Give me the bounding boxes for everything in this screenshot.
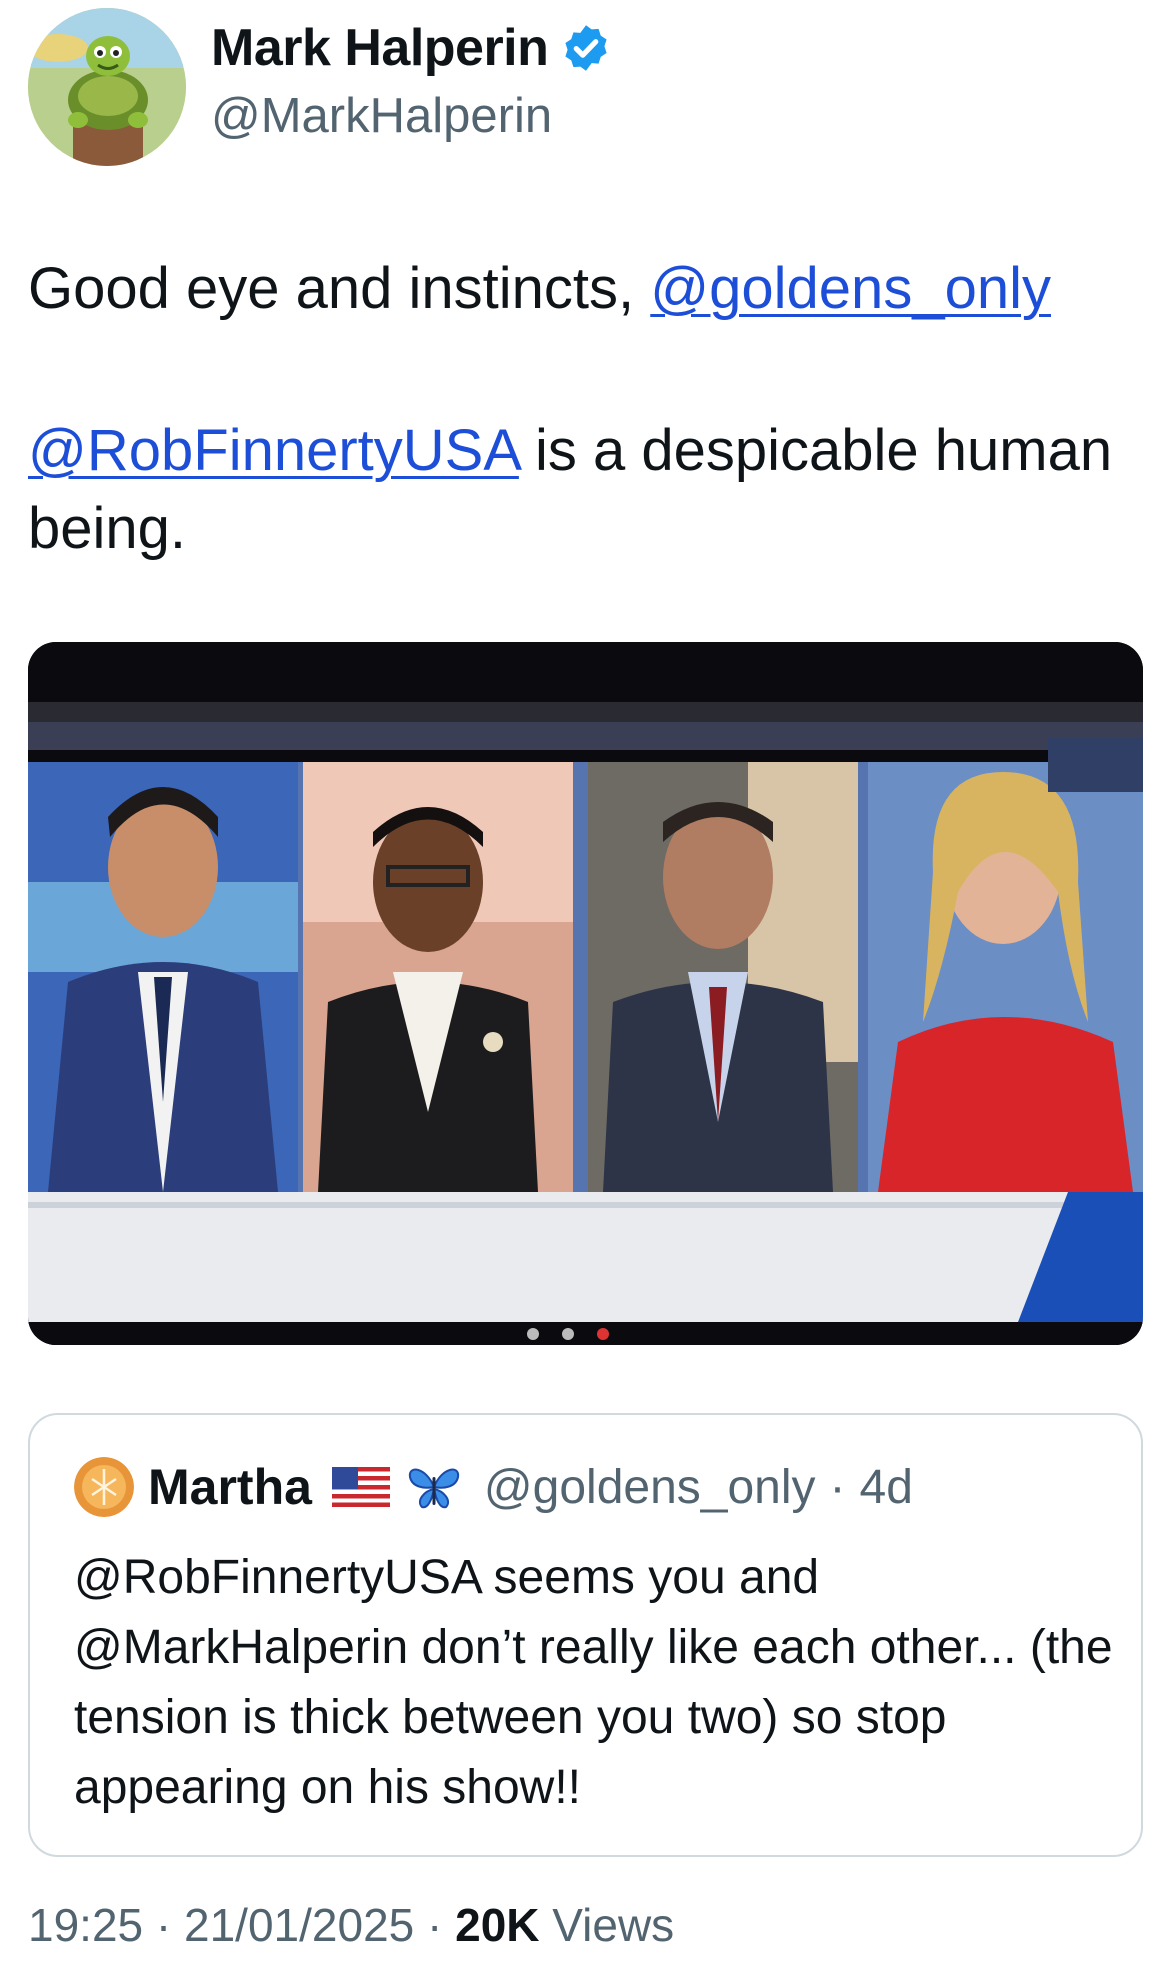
views-count: 20K: [455, 1899, 540, 1951]
tweet-line-2: @RobFinnertyUSA is a despicable human be…: [28, 412, 1148, 568]
quoted-header-separator: ·: [829, 1460, 846, 1514]
tweet-text: Good eye and instincts, @goldens_only @R…: [28, 250, 1148, 568]
views-label: Views: [539, 1899, 675, 1951]
meta-separator: ·: [143, 1899, 185, 1951]
quoted-author-avatar[interactable]: [74, 1457, 134, 1517]
tweet-media-image[interactable]: [28, 642, 1143, 1345]
verified-badge-icon: [560, 22, 612, 74]
meta-separator: ·: [414, 1899, 456, 1951]
us-flag-icon: [331, 1467, 390, 1507]
quoted-author-name[interactable]: Martha: [148, 1458, 312, 1516]
tv-panel-image: [28, 642, 1143, 1345]
quoted-tweet-text: @RobFinnertyUSA seems you and @MarkHalpe…: [74, 1551, 1113, 1814]
quoted-tweet-card[interactable]: Martha @goldens_only · 4d @RobFinnertyUS…: [28, 1413, 1143, 1857]
butterfly-icon: [406, 1463, 462, 1511]
quoted-tweet-time[interactable]: 4d: [860, 1460, 913, 1515]
author-avatar[interactable]: [28, 8, 186, 166]
mention-link-goldens-only[interactable]: @goldens_only: [650, 256, 1051, 321]
author-name-label: Mark Halperin: [211, 19, 549, 77]
quoted-author-handle[interactable]: @goldens_only: [484, 1460, 816, 1515]
tweet-meta: 19:25 · 21/01/2025 · 20K Views: [28, 1898, 674, 1952]
tweet-date[interactable]: 21/01/2025: [184, 1899, 414, 1951]
author-name[interactable]: Mark Halperin: [211, 18, 612, 78]
tweet-line-1: Good eye and instincts, @goldens_only: [28, 250, 1148, 328]
tweet-page: Mark Halperin @MarkHalperin Good eye and…: [0, 0, 1170, 1967]
author-handle[interactable]: @MarkHalperin: [211, 88, 552, 144]
turtle-avatar-icon: [28, 8, 186, 166]
tweet-line-1-text: Good eye and instincts,: [28, 256, 651, 321]
quoted-tweet-header: Martha @goldens_only · 4d: [74, 1457, 913, 1517]
mention-link-robfinnertyusa[interactable]: @RobFinnertyUSA: [28, 418, 519, 483]
tweet-time[interactable]: 19:25: [28, 1899, 143, 1951]
